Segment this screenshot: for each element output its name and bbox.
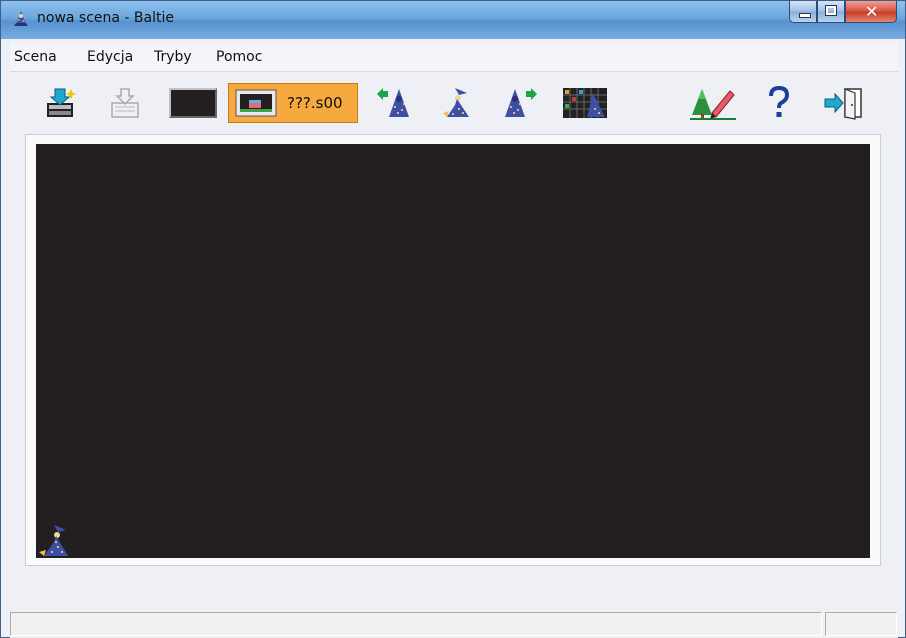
status-panel-main: [10, 612, 822, 636]
exit-button[interactable]: [819, 83, 867, 123]
menu-tryby[interactable]: Tryby: [154, 49, 192, 65]
title-bar[interactable]: nowa scena - Baltie ✕: [1, 1, 905, 39]
menu-pomoc[interactable]: Pomoc: [216, 49, 262, 65]
help-icon: [769, 85, 790, 117]
minimize-icon: [799, 13, 811, 18]
black-screen-button[interactable]: [167, 83, 219, 123]
edit-scene-button[interactable]: [689, 83, 737, 123]
save-scene-button[interactable]: [105, 83, 145, 123]
scene-file-button[interactable]: ???.s00: [228, 83, 358, 123]
open-scene-icon: [47, 88, 77, 117]
window-title: nowa scena - Baltie: [37, 10, 174, 26]
turn-left-button[interactable]: [373, 83, 417, 123]
black-screen-icon: [169, 88, 217, 118]
wizard-turn-right-icon: [505, 88, 537, 117]
status-bar: [10, 612, 898, 638]
minimize-button[interactable]: [789, 1, 817, 23]
menu-edycja[interactable]: Edycja: [87, 49, 133, 65]
scene-grid-button[interactable]: [559, 83, 611, 123]
close-button[interactable]: ✕: [845, 1, 897, 23]
app-window: nowa scena - Baltie ✕ Scena Edycja Tryby…: [0, 0, 906, 638]
scene-frame: [25, 134, 881, 566]
exit-icon: [824, 88, 862, 120]
menu-scena[interactable]: Scena: [14, 49, 57, 65]
turn-right-button[interactable]: [497, 83, 541, 123]
scene-canvas[interactable]: [36, 144, 870, 558]
scene-grid-icon: [563, 88, 607, 118]
maximize-icon: [825, 5, 837, 16]
window-controls: ✕: [789, 1, 897, 25]
scene-file-label: ???.s00: [287, 94, 343, 112]
close-icon: ✕: [865, 2, 879, 21]
step-forward-button[interactable]: [435, 83, 479, 123]
wizard-step-icon: [443, 88, 469, 117]
status-panel-aux: [825, 612, 897, 636]
help-button[interactable]: [761, 83, 797, 123]
wizard-icon[interactable]: [36, 522, 72, 558]
scene-thumbnail-icon: [235, 89, 277, 117]
save-scene-icon: [111, 88, 139, 118]
maximize-button[interactable]: [817, 1, 845, 23]
open-scene-button[interactable]: [41, 83, 81, 123]
menu-bar: Scena Edycja Tryby Pomoc: [10, 43, 898, 72]
wizard-turn-left-icon: [377, 88, 409, 117]
wizard-icon: [12, 10, 30, 28]
edit-scene-icon: [690, 89, 736, 120]
